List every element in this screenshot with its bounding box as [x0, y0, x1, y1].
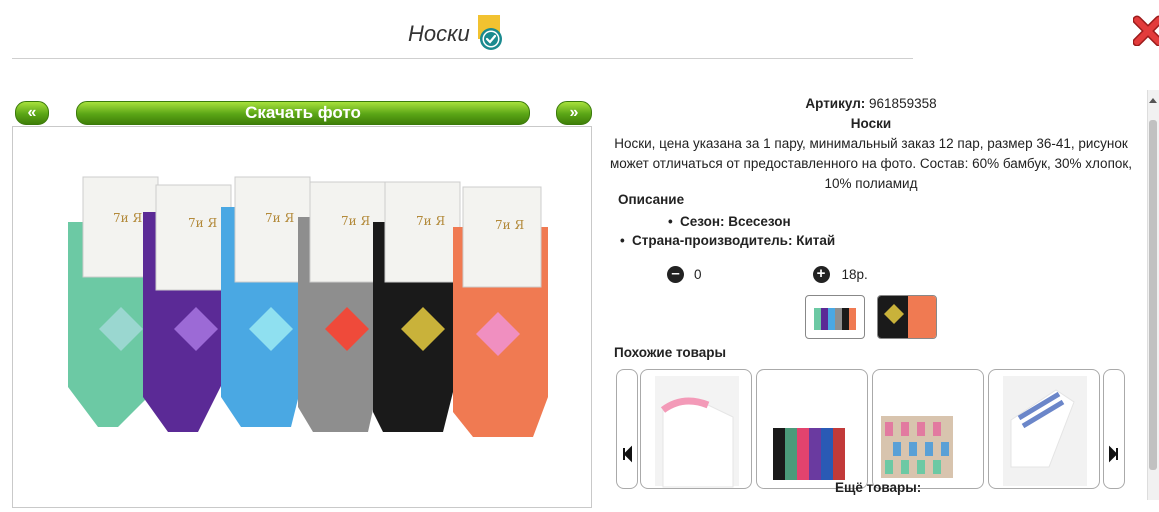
header-divider [12, 58, 913, 59]
plus-circle-icon[interactable]: + [812, 266, 830, 283]
prev-photo-button[interactable]: « [15, 101, 49, 125]
minus-circle-icon[interactable]: – [667, 266, 684, 283]
carousel-next-button[interactable] [1103, 369, 1125, 489]
article-value: 961859358 [869, 96, 937, 111]
bullet-icon: • [620, 233, 625, 248]
property-item: • Сезон: Всесезон [620, 212, 835, 231]
article-label: Артикул: [805, 96, 866, 111]
carousel-prev-button[interactable] [616, 369, 638, 489]
product-description: Носки, цена указана за 1 пару, минимальн… [609, 136, 1133, 191]
svg-text:7и Я: 7и Я [341, 214, 370, 228]
photo-thumbnail-1[interactable] [805, 295, 865, 339]
svg-text:7и Я: 7и Я [495, 218, 524, 232]
article-line: Артикул: 961859358 [596, 94, 1146, 114]
svg-text:7и Я: 7и Я [416, 214, 445, 228]
bullet-icon: • [668, 214, 673, 229]
similar-product-card[interactable] [988, 369, 1100, 489]
download-photo-button[interactable]: Скачать фото [76, 101, 530, 125]
price-value: 18р. [841, 267, 868, 282]
quantity-value: 0 [694, 267, 702, 282]
similar-products-heading: Похожие товары [614, 345, 727, 360]
title-block: Носки [408, 14, 504, 54]
product-name: Носки [850, 116, 892, 131]
property-item: • Страна-производитель: Китай [620, 231, 835, 250]
svg-text:7и Я: 7и Я [113, 211, 142, 225]
close-icon[interactable] [1132, 14, 1159, 47]
product-details: Артикул: 961859358 Носки Носки, цена ука… [596, 94, 1146, 194]
order-row: – 0 + 18р. [667, 266, 868, 283]
properties-list: • Сезон: Всесезон • Страна-производитель… [620, 212, 835, 250]
sock-2 [143, 184, 232, 432]
page-title: Носки [408, 21, 470, 46]
scroll-up-icon[interactable] [1148, 92, 1158, 103]
scrollbar-thumb[interactable] [1149, 120, 1157, 470]
next-photo-button[interactable]: » [556, 101, 592, 125]
description-heading: Описание [618, 192, 685, 207]
property-country: Страна-производитель: Китай [632, 233, 836, 248]
photo-thumbnail-2[interactable] [877, 295, 937, 339]
svg-text:7и Я: 7и Я [188, 216, 217, 230]
similar-product-card[interactable] [640, 369, 752, 489]
similar-product-card[interactable] [872, 369, 984, 489]
product-photo: 7и Я 7и Я 7и Я 7и Я 7и Я 7и Я [12, 126, 592, 508]
svg-text:7и Я: 7и Я [265, 211, 294, 225]
property-season: Сезон: Всесезон [680, 214, 791, 229]
similar-product-card[interactable] [756, 369, 868, 489]
verified-badge-icon [476, 15, 504, 53]
more-products-label: Ещё товары: [835, 480, 922, 495]
